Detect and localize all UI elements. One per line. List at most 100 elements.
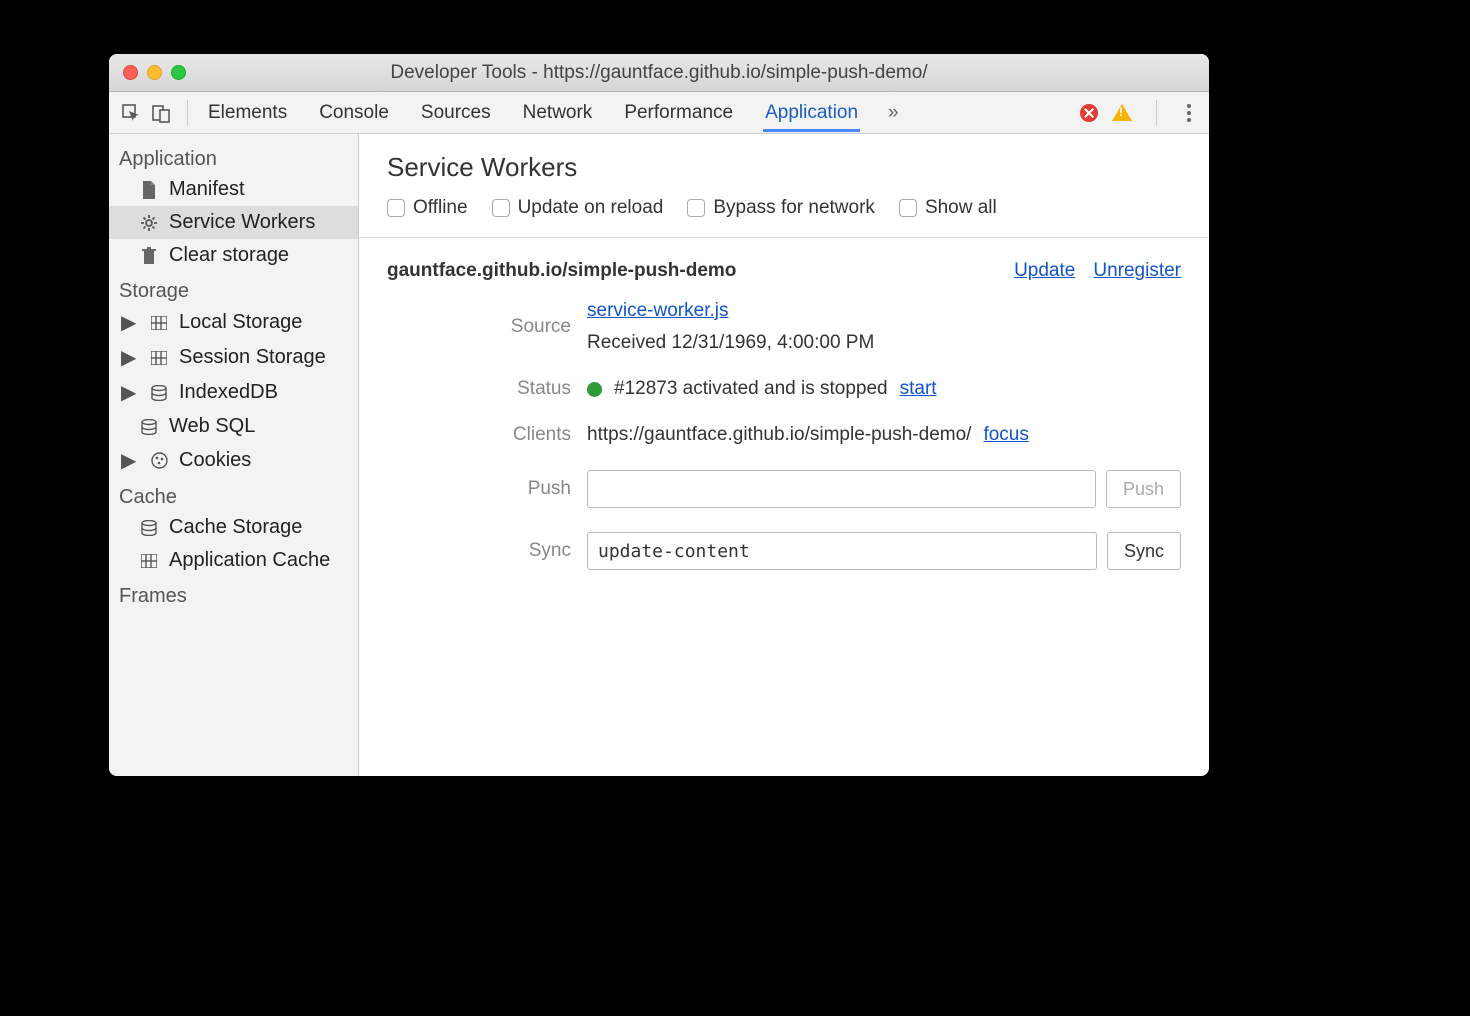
separator (1156, 100, 1157, 126)
sidebar-item-websql[interactable]: Web SQL (109, 410, 358, 443)
checkbox-icon (899, 199, 917, 217)
push-button[interactable]: Push (1106, 470, 1181, 508)
sidebar-group-application: Application (109, 140, 358, 173)
origin-text: gauntface.github.io/simple-push-demo (387, 260, 736, 282)
database-icon (139, 518, 159, 538)
sidebar-item-session-storage[interactable]: ▶ Session Storage (109, 340, 358, 375)
zoom-window-button[interactable] (171, 65, 186, 80)
sidebar-item-local-storage[interactable]: ▶ Local Storage (109, 305, 358, 340)
checkbox-label: Offline (413, 197, 468, 219)
sync-button[interactable]: Sync (1107, 532, 1181, 570)
push-row: Push (587, 470, 1181, 508)
unregister-link[interactable]: Unregister (1093, 260, 1181, 282)
sidebar-item-application-cache[interactable]: Application Cache (109, 544, 358, 577)
sidebar-item-label: IndexedDB (179, 381, 278, 404)
error-badge-icon[interactable] (1080, 104, 1098, 122)
tab-console[interactable]: Console (317, 94, 391, 132)
application-sidebar: Application Manifest Service Workers Cle… (109, 134, 359, 776)
checkbox-bypass-for-network[interactable]: Bypass for network (687, 197, 875, 219)
sidebar-item-label: Service Workers (169, 211, 315, 234)
origin-row: gauntface.github.io/simple-push-demo Upd… (359, 238, 1209, 300)
database-icon (149, 383, 169, 403)
tab-elements[interactable]: Elements (206, 94, 289, 132)
inspect-element-icon[interactable] (117, 99, 145, 127)
expand-arrow-icon[interactable]: ▶ (121, 345, 133, 370)
devtools-toolbar: Elements Console Sources Network Perform… (109, 92, 1209, 134)
trash-icon (139, 246, 159, 266)
options-row: Offline Update on reload Bypass for netw… (387, 197, 1181, 219)
start-link[interactable]: start (900, 378, 937, 400)
status-dot-icon (587, 382, 602, 397)
sidebar-item-indexeddb[interactable]: ▶ IndexedDB (109, 375, 358, 410)
traffic-lights (123, 65, 186, 80)
sidebar-item-clear-storage[interactable]: Clear storage (109, 239, 358, 272)
sidebar-item-manifest[interactable]: Manifest (109, 173, 358, 206)
warning-badge-icon[interactable] (1112, 104, 1132, 121)
push-label: Push (387, 478, 587, 500)
expand-arrow-icon[interactable]: ▶ (121, 380, 133, 405)
tab-network[interactable]: Network (521, 94, 595, 132)
panel-title: Service Workers (387, 152, 1181, 183)
sidebar-item-cookies[interactable]: ▶ Cookies (109, 443, 358, 478)
titlebar: Developer Tools - https://gauntface.gith… (109, 54, 1209, 92)
status-value: #12873 activated and is stopped start (587, 378, 1181, 400)
sidebar-item-label: Manifest (169, 178, 245, 201)
separator (187, 100, 188, 126)
update-link[interactable]: Update (1014, 260, 1075, 282)
sidebar-group-frames: Frames (109, 577, 358, 610)
expand-arrow-icon[interactable]: ▶ (121, 310, 133, 335)
checkbox-show-all[interactable]: Show all (899, 197, 997, 219)
client-url: https://gauntface.github.io/simple-push-… (587, 424, 971, 446)
cookie-icon (149, 451, 169, 471)
clients-label: Clients (387, 424, 587, 446)
sidebar-item-cache-storage[interactable]: Cache Storage (109, 511, 358, 544)
source-file-link[interactable]: service-worker.js (587, 300, 728, 321)
status-label: Status (387, 378, 587, 400)
panel-header: Service Workers Offline Update on reload… (359, 134, 1209, 231)
device-toggle-icon[interactable] (147, 99, 175, 127)
checkbox-label: Bypass for network (713, 197, 875, 219)
expand-arrow-icon[interactable]: ▶ (121, 448, 133, 473)
focus-link[interactable]: focus (983, 424, 1028, 446)
sync-label: Sync (387, 540, 587, 562)
gear-icon (139, 213, 159, 233)
origin-actions: Update Unregister (1014, 260, 1181, 282)
source-value: service-worker.js Received 12/31/1969, 4… (587, 300, 1181, 354)
database-icon (139, 417, 159, 437)
checkbox-label: Update on reload (518, 197, 664, 219)
sidebar-item-label: Web SQL (169, 415, 255, 438)
grid-icon (139, 551, 159, 571)
clients-value: https://gauntface.github.io/simple-push-… (587, 424, 1181, 446)
sidebar-item-label: Application Cache (169, 549, 330, 572)
toolbar-right (1080, 100, 1197, 126)
sidebar-item-label: Session Storage (179, 346, 326, 369)
checkbox-offline[interactable]: Offline (387, 197, 468, 219)
tab-sources[interactable]: Sources (419, 94, 493, 132)
sync-input[interactable] (587, 532, 1097, 570)
more-menu-icon[interactable] (1181, 104, 1197, 122)
sidebar-group-cache: Cache (109, 478, 358, 511)
checkbox-label: Show all (925, 197, 997, 219)
close-window-button[interactable] (123, 65, 138, 80)
checkbox-icon (492, 199, 510, 217)
push-input[interactable] (587, 470, 1096, 508)
tab-performance[interactable]: Performance (622, 94, 735, 132)
checkbox-icon (687, 199, 705, 217)
details-grid: Source service-worker.js Received 12/31/… (359, 300, 1209, 594)
grid-icon (149, 313, 169, 333)
service-workers-panel: Service Workers Offline Update on reload… (359, 134, 1209, 776)
sidebar-item-label: Cache Storage (169, 516, 302, 539)
minimize-window-button[interactable] (147, 65, 162, 80)
tabs-overflow-icon[interactable]: » (888, 102, 899, 124)
tab-application[interactable]: Application (763, 94, 860, 132)
sidebar-item-label: Clear storage (169, 244, 289, 267)
checkbox-icon (387, 199, 405, 217)
file-icon (139, 180, 159, 200)
source-label: Source (387, 316, 587, 338)
sync-row: Sync (587, 532, 1181, 570)
checkbox-update-on-reload[interactable]: Update on reload (492, 197, 664, 219)
sidebar-item-service-workers[interactable]: Service Workers (109, 206, 358, 239)
sidebar-item-label: Cookies (179, 449, 251, 472)
panel-tabs: Elements Console Sources Network Perform… (206, 94, 1078, 132)
window-title: Developer Tools - https://gauntface.gith… (109, 62, 1209, 84)
